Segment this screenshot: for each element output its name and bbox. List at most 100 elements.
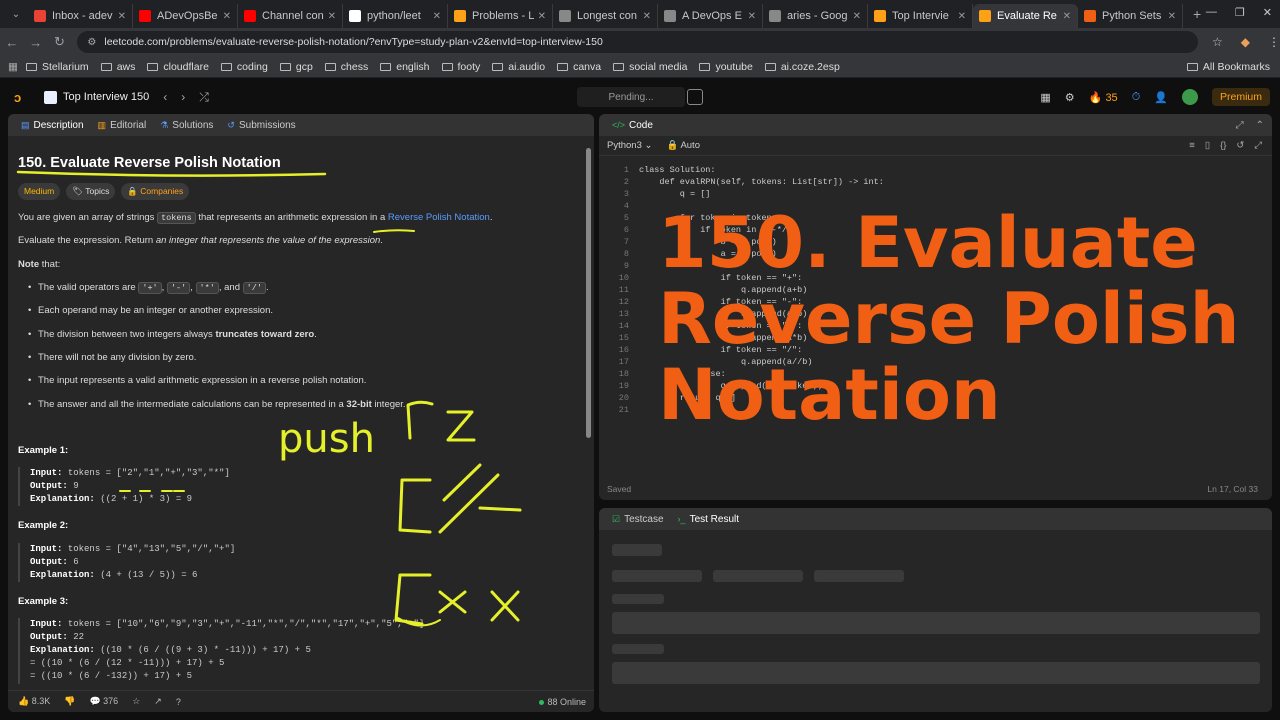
- forward-button[interactable]: →: [24, 35, 48, 50]
- browser-tab[interactable]: Problems - L ✕: [448, 4, 553, 28]
- tab-test-result[interactable]: ›_ Test Result: [671, 508, 746, 530]
- companies-button[interactable]: 🔒 Companies: [121, 182, 190, 200]
- tab-label: Editorial: [110, 119, 147, 131]
- timer-icon[interactable]: ⏱: [1132, 91, 1141, 104]
- bookmark-item[interactable]: Stellarium: [26, 61, 89, 73]
- braces-icon[interactable]: {}: [1220, 140, 1226, 151]
- maximize-button[interactable]: ❐: [1235, 6, 1245, 19]
- close-tab-icon[interactable]: ✕: [643, 11, 651, 22]
- collapse-panel-icon[interactable]: ⌃: [1256, 120, 1264, 131]
- dislike-button[interactable]: 👎: [64, 696, 75, 707]
- leetcode-logo-icon[interactable]: ↄ: [14, 90, 28, 105]
- bookmark-item[interactable]: aws: [100, 61, 135, 73]
- tab-editorial[interactable]: ▥ Editorial: [91, 114, 154, 136]
- next-problem-icon[interactable]: ›: [181, 90, 185, 105]
- description-scrollbar[interactable]: [586, 148, 591, 438]
- layout-icon[interactable]: ▦: [1040, 91, 1050, 104]
- close-tab-icon[interactable]: ✕: [853, 11, 861, 22]
- favorite-star-icon[interactable]: ☆: [132, 696, 140, 707]
- tab-description[interactable]: ▤ Description: [14, 114, 91, 136]
- tab-solutions[interactable]: ⚗ Solutions: [153, 114, 220, 136]
- url-input[interactable]: ⚙ leetcode.com/problems/evaluate-reverse…: [77, 31, 1198, 53]
- description-footer: 👍 8.3K 👎 💬 376 ☆ ↗ ? 88 Online: [8, 690, 594, 712]
- streak-counter[interactable]: 🔥 35: [1089, 91, 1118, 104]
- bookmark-item[interactable]: ai.audio: [492, 61, 545, 73]
- problem-list-button[interactable]: Top Interview 150: [44, 90, 149, 104]
- help-icon[interactable]: ?: [176, 697, 181, 707]
- browser-tab[interactable]: python/leet ✕: [343, 4, 448, 28]
- bookmark-star-icon[interactable]: ☆: [1212, 35, 1223, 49]
- like-button[interactable]: 👍 8.3K: [18, 696, 50, 707]
- browser-tab[interactable]: Evaluate Re ✕: [973, 4, 1078, 28]
- fullscreen-icon[interactable]: ⤢: [1254, 140, 1262, 151]
- cursor-position: Ln 17, Col 33: [1207, 484, 1258, 494]
- auto-toggle[interactable]: 🔒 Auto: [666, 140, 700, 151]
- close-tab-icon[interactable]: ✕: [538, 11, 546, 22]
- close-tab-icon[interactable]: ✕: [958, 11, 966, 22]
- browser-tab[interactable]: Inbox - adev ✕: [28, 4, 133, 28]
- close-tab-icon[interactable]: ✕: [433, 11, 441, 22]
- browser-tab[interactable]: Python Sets ✕: [1078, 4, 1183, 28]
- bookmark-item[interactable]: footy: [441, 61, 480, 73]
- topics-button[interactable]: 🏷 Topics: [66, 182, 116, 200]
- example-heading: Example 2:: [18, 520, 69, 532]
- close-window-button[interactable]: ✕: [1263, 6, 1272, 19]
- code-editor[interactable]: 1 class Solution: 2 def evalRPN(self, toke…: [599, 160, 1272, 470]
- shuffle-icon[interactable]: ⤮: [199, 90, 209, 105]
- reload-button[interactable]: ↻: [48, 34, 72, 50]
- close-tab-icon[interactable]: ✕: [223, 11, 231, 22]
- browser-tab[interactable]: ADevOpsBe ✕: [133, 4, 238, 28]
- maximize-panel-icon[interactable]: ⤢: [1236, 120, 1244, 131]
- bookmark-item[interactable]: english: [380, 61, 430, 73]
- all-bookmarks-button[interactable]: All Bookmarks: [1186, 61, 1270, 73]
- site-info-icon[interactable]: ⚙: [87, 37, 96, 48]
- browser-menu-icon[interactable]: ⋮: [1268, 35, 1280, 49]
- bookmark-item[interactable]: coding: [220, 61, 268, 73]
- browser-tab[interactable]: Longest con ✕: [553, 4, 658, 28]
- close-tab-icon[interactable]: ✕: [118, 11, 126, 22]
- browser-tab[interactable]: Channel con ✕: [238, 4, 343, 28]
- apps-grid-icon[interactable]: ▦: [0, 61, 26, 73]
- bookmark-label: youtube: [715, 60, 753, 73]
- bookmark-label: ai.coze.2esp: [780, 60, 840, 73]
- premium-button[interactable]: Premium: [1211, 88, 1270, 106]
- language-select[interactable]: Python3 ⌄: [607, 140, 652, 151]
- browser-tab[interactable]: aries - Goog ✕: [763, 4, 868, 28]
- bookmark-item[interactable]: cloudflare: [147, 61, 209, 73]
- close-tab-icon[interactable]: ✕: [1168, 11, 1176, 22]
- avatar[interactable]: [1181, 89, 1198, 105]
- settings-gear-icon[interactable]: ⚙: [1065, 91, 1075, 104]
- comments-button[interactable]: 💬 376: [89, 696, 118, 707]
- bookmark-item[interactable]: youtube: [699, 60, 753, 73]
- add-friend-icon[interactable]: 👤: [1154, 91, 1168, 104]
- bookmark-item[interactable]: social media: [613, 61, 687, 73]
- tab-label: Description: [33, 119, 84, 131]
- extension-icon[interactable]: ◆: [1241, 35, 1250, 49]
- browser-tab[interactable]: A DevOps E ✕: [658, 4, 763, 28]
- bookmark-icon[interactable]: ▯: [1205, 140, 1210, 151]
- tab-submissions[interactable]: ↺ Submissions: [220, 114, 302, 136]
- bookmark-item[interactable]: gcp: [279, 61, 313, 73]
- bookmark-item[interactable]: canva: [557, 61, 601, 73]
- back-button[interactable]: ←: [0, 35, 24, 50]
- code-line: if token == "/":: [639, 345, 803, 355]
- close-tab-icon[interactable]: ✕: [1063, 11, 1071, 22]
- problem-title[interactable]: 150. Evaluate Reverse Polish Notation: [18, 154, 577, 173]
- bookmark-item[interactable]: chess: [324, 61, 368, 73]
- rpn-link[interactable]: Reverse Polish Notation: [388, 212, 490, 223]
- new-tab-button[interactable]: +: [1193, 6, 1201, 22]
- notes-button[interactable]: [687, 89, 703, 105]
- bookmark-item[interactable]: ai.coze.2esp: [764, 60, 840, 73]
- close-tab-icon[interactable]: ✕: [748, 11, 756, 22]
- minimize-button[interactable]: —: [1206, 6, 1217, 19]
- format-icon[interactable]: ≡: [1189, 140, 1195, 151]
- reset-icon[interactable]: ↺: [1236, 140, 1244, 151]
- close-tab-icon[interactable]: ✕: [328, 11, 336, 22]
- prev-problem-icon[interactable]: ‹: [163, 90, 167, 105]
- browser-tab[interactable]: Top Intervie ✕: [868, 4, 973, 28]
- loading-skeleton: [612, 612, 1260, 634]
- code-line: q = []: [639, 189, 711, 199]
- tab-testcase[interactable]: ☑ Testcase: [605, 508, 671, 530]
- share-icon[interactable]: ↗: [154, 696, 162, 707]
- tab-search-button[interactable]: ⌄: [4, 4, 28, 24]
